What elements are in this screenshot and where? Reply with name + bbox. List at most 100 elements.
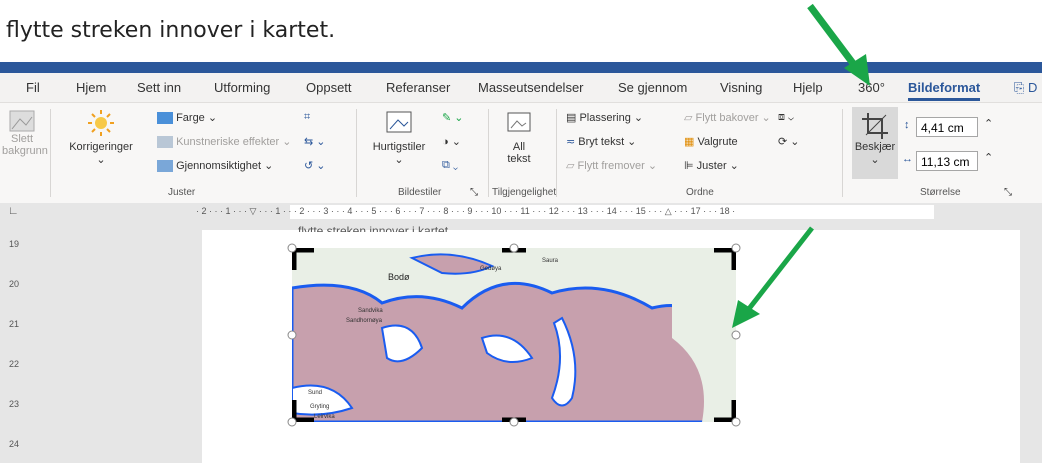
change-picture-icon[interactable]: ⇆ ⌄ (304, 135, 326, 148)
remove-bg-label-2: bakgrunn (2, 145, 48, 157)
corrections-button[interactable]: Korrigeringer ⌄ (66, 109, 136, 166)
vertical-ruler: 19 20 21 22 23 24 (0, 221, 26, 463)
annotation-arrow-icon (732, 226, 814, 328)
group-label-styles: Bildestiler (398, 187, 442, 198)
send-backward-label: Flytt bakover (695, 112, 759, 124)
tab-file[interactable]: Fil (26, 80, 40, 95)
group-label-accessibility: Tilgjengelighet (492, 187, 557, 198)
reset-picture-icon[interactable]: ↺ ⌄ (304, 159, 326, 172)
tab-references[interactable]: Referanser (386, 80, 450, 95)
quick-styles-label: Hurtigstiler (372, 141, 426, 153)
share-button[interactable]: ⎘ D (1014, 80, 1037, 96)
word-window: Fil Hjem Sett inn Utforming Oppsett Refe… (0, 62, 1042, 463)
group-separator (356, 109, 357, 197)
crop-icon (862, 113, 888, 139)
sun-icon (88, 110, 114, 136)
artistic-label: Kunstneriske effekter (176, 136, 280, 148)
tab-selector-icon[interactable]: ∟ (8, 205, 19, 217)
tab-insert[interactable]: Sett inn (137, 80, 181, 95)
vruler-number: 22 (9, 359, 20, 369)
tab-layout[interactable]: Oppsett (306, 80, 352, 95)
position-label: Plassering (579, 112, 631, 124)
compress-pictures-icon[interactable]: ⌗ (304, 111, 310, 124)
remove-background-icon (9, 110, 35, 132)
crop-label: Beskjær (854, 141, 896, 153)
picture-effects-icon[interactable]: ◑ ⌄ (442, 135, 461, 148)
send-backward-icon: ▱ (684, 112, 693, 124)
selection-pane-button[interactable]: ▦ Valgrute (684, 135, 738, 148)
rotate-icon[interactable]: ⟳ ⌄ (778, 135, 800, 148)
vruler-number: 23 (9, 399, 20, 409)
wrap-text-button[interactable]: ≂ Bryt tekst ⌄ (566, 135, 636, 148)
width-spinner-icon[interactable]: ⌃ (984, 151, 993, 164)
corrections-label: Korrigeringer (69, 141, 133, 153)
chevron-down-icon: ⌄ (96, 154, 106, 166)
color-button[interactable]: Farge ⌄ (157, 111, 217, 125)
wrap-text-icon: ≂ (566, 136, 576, 148)
vruler-number: 19 (9, 239, 20, 249)
picture-layout-icon[interactable]: ⧉ ⌄ (442, 159, 458, 172)
title-strip (0, 62, 1042, 73)
send-backward-button[interactable]: ▱ Flytt bakover ⌄ (684, 111, 771, 124)
remove-bg-label-1: Slett (10, 133, 33, 145)
align-label: Juster (696, 160, 727, 172)
transparency-label: Gjennomsiktighet (176, 160, 262, 172)
vruler-number: 24 (9, 439, 20, 449)
tab-design[interactable]: Utforming (214, 80, 270, 95)
remove-background-button[interactable]: Slett bakgrunn (2, 109, 48, 157)
alt-text-label-2: tekst (507, 153, 531, 165)
height-spinner-icon[interactable]: ⌃ (984, 117, 993, 130)
height-field[interactable]: 4,41 cm (916, 117, 978, 137)
selection-pane-label: Valgrute (697, 136, 738, 148)
vruler-number: 20 (9, 279, 20, 289)
annotation-arrow-icon (807, 3, 870, 86)
chevron-down-icon: ⌄ (870, 154, 880, 166)
dialog-launcher-icon[interactable]: ⤡ (470, 187, 478, 198)
tab-picture-format[interactable]: Bildeformat (908, 80, 981, 101)
group-objects-icon[interactable]: ⧈ ⌄ (778, 111, 794, 124)
group-label-adjust: Juster (168, 187, 196, 198)
bring-forward-icon: ▱ (566, 160, 575, 172)
dialog-launcher-icon[interactable]: ⤡ (1004, 187, 1012, 198)
group-label-arrange: Ordne (686, 187, 714, 198)
transparency-icon (157, 160, 173, 173)
crop-button[interactable]: Beskjær ⌄ (852, 107, 898, 179)
artistic-effects-button[interactable]: Kunstneriske effekter ⌄ (157, 135, 291, 149)
artistic-effects-icon (157, 136, 173, 149)
document-text-line: flytte streken innover i kartet. (298, 224, 452, 232)
group-separator (556, 109, 557, 197)
document-area: flytte streken innover i kartet. Bodø Ge… (26, 221, 1042, 463)
instruction-caption: flytte streken innover i kartet. (6, 18, 336, 43)
ruler-numbers: · 2 · · · 1 · · · ▽ · · · 1 · · · 2 · · … (196, 206, 736, 216)
horizontal-ruler[interactable]: ∟ · 2 · · · 1 · · · ▽ · · · 1 · · · 2 · … (0, 203, 1042, 221)
width-field[interactable]: 11,13 cm (916, 151, 978, 171)
alt-text-icon (507, 112, 531, 132)
selection-pane-icon: ▦ (684, 136, 695, 148)
width-icon: ↔ (902, 153, 913, 165)
alt-text-button[interactable]: All tekst (494, 109, 544, 165)
position-icon: ▤ (566, 112, 577, 124)
vruler-number: 21 (9, 319, 20, 329)
bring-forward-button[interactable]: ▱ Flytt fremover ⌄ (566, 159, 657, 172)
picture-border-icon[interactable]: ✎ ⌄ (442, 111, 464, 124)
tab-mailings[interactable]: Masseutsendelser (478, 80, 584, 95)
tab-view[interactable]: Visning (720, 80, 762, 95)
document-page[interactable]: flytte streken innover i kartet. Bodø Ge… (202, 224, 1020, 463)
share-label: D (1028, 80, 1038, 95)
position-button[interactable]: ▤ Plassering ⌄ (566, 111, 643, 124)
share-icon: ⎘ (1014, 80, 1025, 95)
group-separator (50, 109, 51, 197)
tab-review[interactable]: Se gjennom (618, 80, 687, 95)
color-label: Farge (176, 112, 205, 124)
align-button[interactable]: ⊫ Juster ⌄ (684, 159, 739, 172)
quick-styles-button[interactable]: Hurtigstiler ⌄ (366, 109, 432, 166)
align-icon: ⊫ (684, 160, 694, 172)
wrap-text-label: Bryt tekst (578, 136, 625, 148)
alt-text-label-1: All (512, 141, 526, 153)
chevron-down-icon: ⌄ (394, 154, 404, 166)
bring-forward-label: Flytt fremover (577, 160, 645, 172)
ribbon: Slett bakgrunn Korrigeringer ⌄ Farge ⌄ K… (0, 102, 1042, 204)
resize-handles[interactable] (286, 242, 742, 428)
tab-home[interactable]: Hjem (76, 80, 106, 95)
transparency-button[interactable]: Gjennomsiktighet ⌄ (157, 159, 273, 173)
